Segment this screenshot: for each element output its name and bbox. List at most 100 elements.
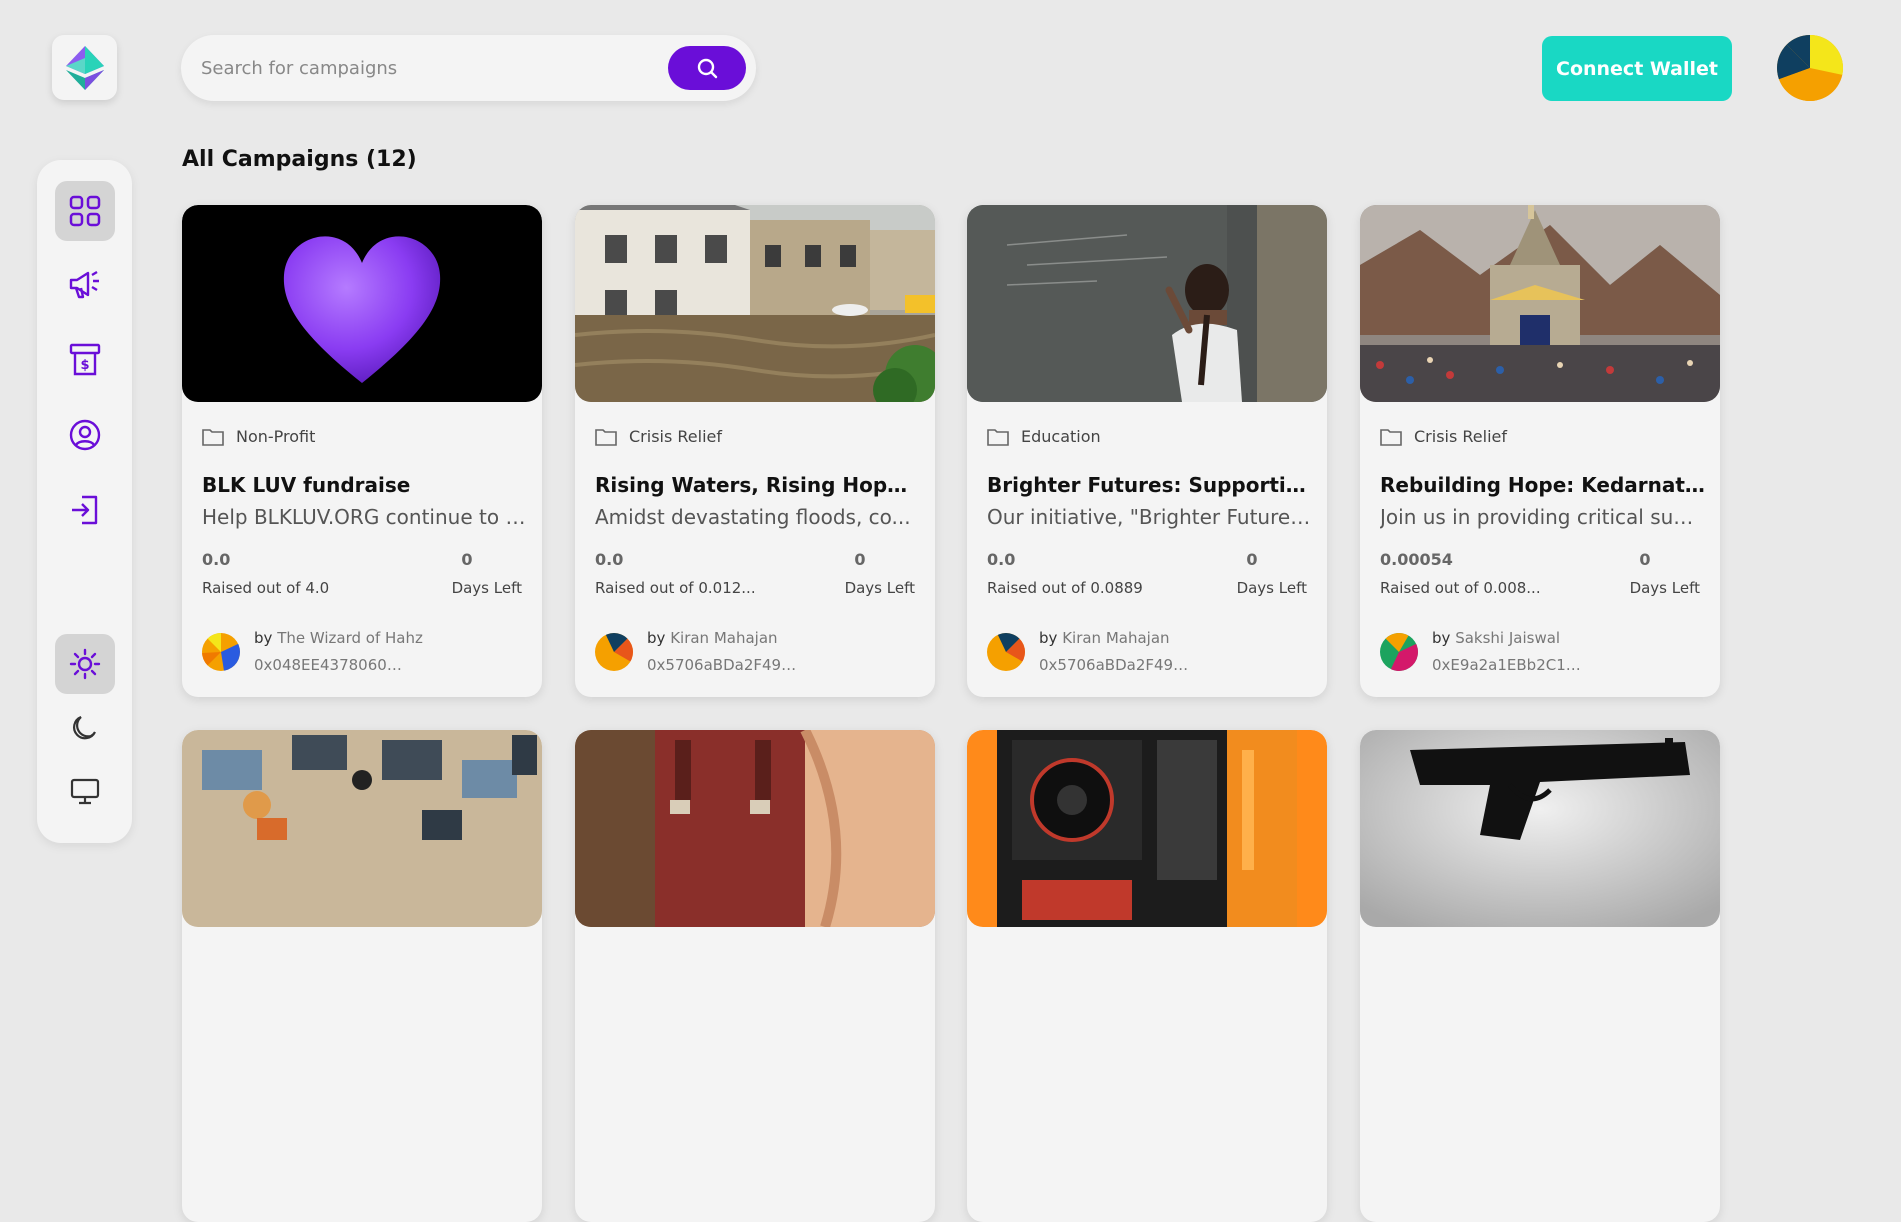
- ethereum-logo-icon: [65, 45, 104, 90]
- svg-text:$: $: [80, 358, 89, 373]
- days-left-value: 0: [854, 550, 866, 569]
- campaign-description: Help BLKLUV.ORG continue to b...: [202, 505, 527, 529]
- campaign-description: Join us in providing critical sup...: [1380, 505, 1705, 529]
- campaign-image: [182, 205, 542, 402]
- amount-raised: 0.0: [595, 550, 624, 569]
- theme-system[interactable]: [55, 762, 115, 822]
- days-left-label: Days Left: [1629, 579, 1700, 597]
- campaign-card[interactable]: Non-Profit BLK LUV fundraise Help BLKLUV…: [182, 205, 542, 697]
- raised-label: Raised out of 0.008...: [1380, 579, 1541, 597]
- campaign-card[interactable]: [1360, 730, 1720, 1222]
- owner-name: Kiran Mahajan: [670, 629, 778, 647]
- owner-line: by Sakshi Jaiswal: [1432, 629, 1560, 647]
- nav-payment[interactable]: $: [55, 330, 115, 390]
- owner-avatar: [595, 633, 633, 671]
- search-bar: [181, 35, 756, 101]
- jazzicon-avatar: [1777, 35, 1843, 101]
- folder-icon: [595, 428, 617, 446]
- nav-profile[interactable]: [55, 405, 115, 465]
- search-input[interactable]: [201, 51, 641, 85]
- raised-label: Raised out of 0.0889: [987, 579, 1143, 597]
- days-left-label: Days Left: [844, 579, 915, 597]
- category-label: Non-Profit: [236, 427, 316, 446]
- payment-icon: $: [69, 343, 101, 376]
- amount-raised: 0.0: [987, 550, 1016, 569]
- owner-avatar: [202, 633, 240, 671]
- nav-logout[interactable]: [55, 480, 115, 540]
- campaign-title: Rising Waters, Rising Hope: Flo...: [595, 473, 920, 497]
- category-label: Crisis Relief: [629, 427, 723, 446]
- campaign-title: BLK LUV fundraise: [202, 473, 411, 497]
- days-left-value: 0: [1246, 550, 1258, 569]
- owner-name: Sakshi Jaiswal: [1455, 629, 1561, 647]
- campaign-card[interactable]: [182, 730, 542, 1222]
- category-tag: Crisis Relief: [595, 427, 722, 446]
- folder-icon: [987, 428, 1009, 446]
- days-left-value: 0: [461, 550, 473, 569]
- campaign-image: [967, 730, 1327, 927]
- page-title: All Campaigns (12): [182, 147, 417, 172]
- folder-icon: [1380, 428, 1402, 446]
- logout-icon: [72, 495, 98, 525]
- campaign-card[interactable]: [967, 730, 1327, 1222]
- campaign-image: [967, 205, 1327, 402]
- owner-address: 0xE9a2a1EBb2C13e...: [1432, 656, 1582, 674]
- profile-icon: [69, 419, 101, 451]
- amount-raised: 0.0: [202, 550, 231, 569]
- category-tag: Crisis Relief: [1380, 427, 1507, 446]
- sun-icon: [69, 648, 101, 680]
- user-avatar[interactable]: [1777, 35, 1843, 101]
- days-left-label: Days Left: [1236, 579, 1307, 597]
- nav-dashboard[interactable]: [55, 181, 115, 241]
- theme-light[interactable]: [55, 634, 115, 694]
- nav-campaigns[interactable]: [55, 255, 115, 315]
- raised-label: Raised out of 0.012...: [595, 579, 756, 597]
- by-label: by: [254, 629, 273, 647]
- owner-line: by Kiran Mahajan: [647, 629, 778, 647]
- owner-line: by Kiran Mahajan: [1039, 629, 1170, 647]
- days-left-value: 0: [1639, 550, 1651, 569]
- category-label: Crisis Relief: [1414, 427, 1508, 446]
- campaign-image: [575, 205, 935, 402]
- theme-dark[interactable]: [55, 698, 115, 758]
- campaign-image: [1360, 205, 1720, 402]
- owner-address: 0x5706aBDa2F49b3...: [647, 656, 797, 674]
- campaign-card[interactable]: [575, 730, 935, 1222]
- days-left-label: Days Left: [451, 579, 522, 597]
- moon-icon: [73, 715, 96, 740]
- dashboard-grid-icon: [69, 195, 101, 227]
- folder-icon: [202, 428, 224, 446]
- by-label: by: [647, 629, 666, 647]
- owner-address: 0x048EE437806050...: [254, 656, 404, 674]
- search-button[interactable]: [668, 46, 746, 90]
- owner-line: by The Wizard of Hahz: [254, 629, 423, 647]
- category-label: Education: [1021, 427, 1101, 446]
- by-label: by: [1039, 629, 1058, 647]
- monitor-icon: [70, 778, 100, 805]
- category-tag: Education: [987, 427, 1101, 446]
- sidebar: $: [37, 160, 132, 843]
- category-tag: Non-Profit: [202, 427, 315, 446]
- owner-name: Kiran Mahajan: [1062, 629, 1170, 647]
- search-icon: [697, 58, 718, 79]
- campaign-description: Our initiative, "Brighter Futures,...: [987, 505, 1312, 529]
- campaign-card[interactable]: Education Brighter Futures: Supporting .…: [967, 205, 1327, 697]
- connect-wallet-button[interactable]: Connect Wallet: [1542, 36, 1732, 101]
- campaign-image: [1360, 730, 1720, 927]
- campaign-card[interactable]: Crisis Relief Rebuilding Hope: Kedarnath…: [1360, 205, 1720, 697]
- app-logo[interactable]: [52, 35, 117, 100]
- campaign-image: [575, 730, 935, 927]
- owner-name: The Wizard of Hahz: [277, 629, 423, 647]
- owner-address: 0x5706aBDa2F49b3...: [1039, 656, 1189, 674]
- owner-avatar: [1380, 633, 1418, 671]
- raised-label: Raised out of 4.0: [202, 579, 330, 597]
- campaign-description: Amidst devastating floods, co...: [595, 505, 911, 529]
- megaphone-icon: [69, 270, 99, 299]
- campaign-title: Brighter Futures: Supporting ...: [987, 473, 1312, 497]
- campaign-image: [182, 730, 542, 927]
- owner-avatar: [987, 633, 1025, 671]
- campaign-title: Rebuilding Hope: Kedarnath Fl...: [1380, 473, 1705, 497]
- amount-raised: 0.00054: [1380, 550, 1453, 569]
- campaign-card[interactable]: Crisis Relief Rising Waters, Rising Hope…: [575, 205, 935, 697]
- by-label: by: [1432, 629, 1451, 647]
